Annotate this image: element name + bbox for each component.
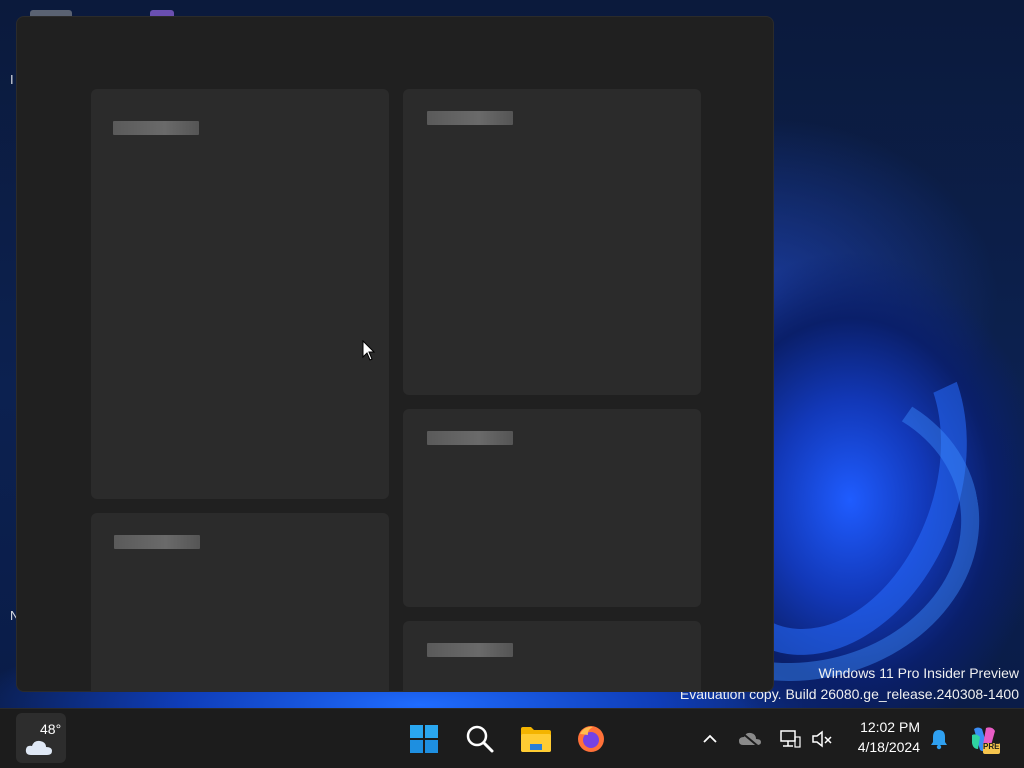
widget-title-placeholder — [114, 535, 200, 549]
windows-logo-icon — [410, 725, 438, 753]
clock-time: 12:02 PM — [860, 719, 920, 735]
firefox-button[interactable] — [573, 721, 609, 757]
widgets-panel — [16, 16, 774, 692]
desktop-icon-label: I — [10, 72, 14, 87]
watermark-line1: Windows 11 Pro Insider Preview — [818, 665, 1019, 681]
notifications-button[interactable] — [926, 725, 952, 753]
show-hidden-icons-button[interactable] — [698, 727, 722, 751]
widget-title-placeholder — [427, 111, 513, 125]
start-button[interactable] — [406, 721, 442, 757]
widget-card[interactable] — [403, 621, 701, 691]
onedrive-offline-icon — [739, 731, 761, 748]
widget-title-placeholder — [113, 121, 199, 135]
network-button[interactable] — [777, 727, 803, 751]
widget-title-placeholder — [427, 643, 513, 657]
search-icon — [466, 725, 494, 753]
weather-widget-button[interactable]: 48° — [16, 713, 66, 763]
mouse-cursor-icon — [362, 340, 376, 361]
taskbar: 48° 12:02 PM 4/18/2024 PRE — [0, 708, 1024, 768]
copilot-button[interactable]: PRE — [966, 723, 1002, 757]
widget-card[interactable] — [91, 513, 389, 691]
widget-card[interactable] — [403, 409, 701, 607]
chevron-up-icon — [703, 734, 717, 743]
copilot-pre-badge: PRE — [983, 742, 1000, 751]
widget-card[interactable] — [91, 89, 389, 499]
search-button[interactable] — [462, 721, 498, 757]
volume-button[interactable] — [810, 727, 834, 751]
clock-date: 4/18/2024 — [857, 739, 920, 755]
widget-title-placeholder — [427, 431, 513, 445]
bell-icon — [931, 730, 947, 750]
weather-temperature: 48° — [40, 721, 62, 737]
firefox-icon — [578, 726, 604, 752]
file-explorer-button[interactable] — [518, 721, 554, 757]
onedrive-button[interactable] — [736, 727, 764, 751]
cloud-icon — [25, 740, 52, 755]
widget-card[interactable] — [403, 89, 701, 395]
clock-button[interactable]: 12:02 PM 4/18/2024 — [846, 717, 920, 757]
folder-icon — [521, 727, 551, 752]
volume-muted-icon — [812, 730, 832, 748]
network-icon — [780, 730, 801, 748]
